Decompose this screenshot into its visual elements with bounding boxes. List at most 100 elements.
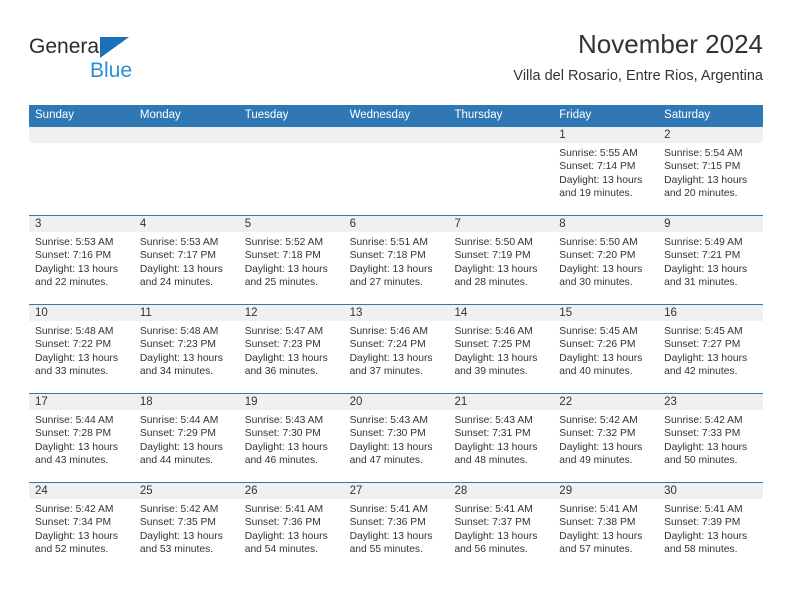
daylight-text-line1: Daylight: 13 hours (664, 441, 748, 453)
day-cell[interactable]: Sunrise: 5:42 AM Sunset: 7:34 PM Dayligh… (29, 499, 134, 571)
sunrise-text: Sunrise: 5:55 AM (559, 148, 638, 159)
day-number-band: 10 11 12 13 14 15 16 (29, 305, 763, 321)
daylight-text-line1: Daylight: 13 hours (139, 263, 223, 275)
day-cell[interactable]: Sunrise: 5:54 AM Sunset: 7:15 PM Dayligh… (658, 143, 763, 215)
sunset-text: Sunset: 7:22 PM (35, 339, 112, 351)
sunset-text: Sunset: 7:35 PM (139, 517, 216, 529)
day-cell-row: Sunrise: 5:42 AM Sunset: 7:34 PM Dayligh… (29, 499, 763, 571)
sunset-text: Sunset: 7:17 PM (139, 250, 216, 262)
daylight-text-line2: and 47 minutes. (349, 455, 423, 467)
daylight-text-line1: Daylight: 13 hours (454, 263, 538, 275)
daylight-text-line1: Daylight: 13 hours (349, 263, 433, 275)
day-cell[interactable]: Sunrise: 5:50 AM Sunset: 7:20 PM Dayligh… (553, 232, 658, 304)
day-cell[interactable]: Sunrise: 5:53 AM Sunset: 7:17 PM Dayligh… (134, 232, 239, 304)
daylight-text-line2: and 19 minutes. (559, 188, 633, 200)
day-cell[interactable]: Sunrise: 5:47 AM Sunset: 7:23 PM Dayligh… (239, 321, 344, 393)
day-cell[interactable]: Sunrise: 5:42 AM Sunset: 7:32 PM Dayligh… (553, 410, 658, 482)
daylight-text-line2: and 34 minutes. (139, 366, 214, 378)
day-number: 3 (35, 218, 42, 230)
day-number: 23 (664, 396, 677, 408)
day-cell[interactable]: Sunrise: 5:41 AM Sunset: 7:36 PM Dayligh… (344, 499, 449, 571)
sunrise-text: Sunrise: 5:41 AM (349, 504, 428, 515)
daylight-text-line2: and 37 minutes. (349, 366, 423, 378)
sunrise-text: Sunrise: 5:49 AM (664, 237, 743, 248)
daylight-text-line2: and 33 minutes. (35, 366, 109, 378)
logo-text-blue: Blue (90, 59, 133, 82)
sunrise-text: Sunrise: 5:41 AM (454, 504, 533, 515)
calendar-week-row: 10 11 12 13 14 15 16 Sunrise: 5:48 AM Su… (29, 304, 763, 393)
day-cell-row: Sunrise: 5:44 AM Sunset: 7:28 PM Dayligh… (29, 410, 763, 482)
day-cell[interactable]: Sunrise: 5:44 AM Sunset: 7:28 PM Dayligh… (29, 410, 134, 482)
daylight-text-line2: and 56 minutes. (454, 544, 528, 556)
daylight-text-line2: and 53 minutes. (139, 544, 214, 556)
day-cell[interactable]: Sunrise: 5:42 AM Sunset: 7:35 PM Dayligh… (134, 499, 239, 571)
daylight-text-line2: and 36 minutes. (244, 366, 318, 378)
weekday-header-sunday: Sunday (35, 109, 75, 121)
day-number: 4 (139, 218, 147, 230)
day-cell[interactable] (29, 143, 134, 215)
day-cell[interactable] (134, 143, 239, 215)
day-cell[interactable]: Sunrise: 5:48 AM Sunset: 7:23 PM Dayligh… (134, 321, 239, 393)
day-cell[interactable]: Sunrise: 5:44 AM Sunset: 7:29 PM Dayligh… (134, 410, 239, 482)
day-number: 15 (559, 307, 573, 319)
sunset-text: Sunset: 7:38 PM (559, 517, 636, 529)
day-cell[interactable]: Sunrise: 5:43 AM Sunset: 7:31 PM Dayligh… (448, 410, 553, 482)
day-cell-row: Sunrise: 5:48 AM Sunset: 7:22 PM Dayligh… (29, 321, 763, 393)
daylight-text-line1: Daylight: 13 hours (454, 441, 538, 453)
daylight-text-line1: Daylight: 13 hours (244, 352, 328, 364)
sunrise-text: Sunrise: 5:42 AM (664, 415, 743, 426)
sunrise-text: Sunrise: 5:43 AM (349, 415, 428, 426)
sunset-text: Sunset: 7:15 PM (664, 161, 741, 173)
sunrise-text: Sunrise: 5:48 AM (139, 326, 219, 337)
day-cell[interactable]: Sunrise: 5:51 AM Sunset: 7:18 PM Dayligh… (344, 232, 449, 304)
day-cell[interactable] (344, 143, 449, 215)
day-cell-row: Sunrise: 5:55 AM Sunset: 7:14 PM Dayligh… (29, 143, 763, 215)
day-number: 22 (559, 396, 573, 408)
day-cell[interactable]: Sunrise: 5:45 AM Sunset: 7:27 PM Dayligh… (658, 321, 763, 393)
weekday-header-row: Sunday Monday Tuesday Wednesday Thursday… (29, 105, 763, 126)
day-cell[interactable] (448, 143, 553, 215)
sunset-text: Sunset: 7:18 PM (244, 250, 321, 262)
day-number: 1 (559, 129, 566, 141)
triangle-icon (100, 37, 129, 58)
daylight-text-line1: Daylight: 13 hours (35, 352, 118, 364)
weekday-header-friday: Friday (559, 109, 592, 121)
general-blue-logo[interactable]: General Blue (29, 34, 249, 92)
sunrise-text: Sunrise: 5:53 AM (35, 237, 114, 248)
sunrise-text: Sunrise: 5:41 AM (664, 504, 743, 515)
daylight-text-line2: and 24 minutes. (139, 277, 214, 289)
sunrise-text: Sunrise: 5:45 AM (559, 326, 638, 337)
day-cell[interactable]: Sunrise: 5:46 AM Sunset: 7:24 PM Dayligh… (344, 321, 449, 393)
day-number (344, 127, 449, 143)
day-cell[interactable] (239, 143, 344, 215)
sunrise-text: Sunrise: 5:45 AM (664, 326, 743, 337)
daylight-text-line2: and 58 minutes. (664, 544, 738, 556)
daylight-text-line1: Daylight: 13 hours (244, 441, 328, 453)
daylight-text-line2: and 30 minutes. (559, 277, 633, 289)
day-cell[interactable]: Sunrise: 5:45 AM Sunset: 7:26 PM Dayligh… (553, 321, 658, 393)
day-cell[interactable]: Sunrise: 5:50 AM Sunset: 7:19 PM Dayligh… (448, 232, 553, 304)
day-cell[interactable]: Sunrise: 5:48 AM Sunset: 7:22 PM Dayligh… (29, 321, 134, 393)
day-cell[interactable]: Sunrise: 5:52 AM Sunset: 7:18 PM Dayligh… (239, 232, 344, 304)
day-cell[interactable]: Sunrise: 5:42 AM Sunset: 7:33 PM Dayligh… (658, 410, 763, 482)
day-number (134, 127, 239, 143)
day-cell[interactable]: Sunrise: 5:43 AM Sunset: 7:30 PM Dayligh… (344, 410, 449, 482)
day-cell[interactable]: Sunrise: 5:41 AM Sunset: 7:37 PM Dayligh… (448, 499, 553, 571)
day-cell[interactable]: Sunrise: 5:49 AM Sunset: 7:21 PM Dayligh… (658, 232, 763, 304)
day-cell[interactable]: Sunrise: 5:41 AM Sunset: 7:38 PM Dayligh… (553, 499, 658, 571)
daylight-text-line2: and 43 minutes. (35, 455, 109, 467)
daylight-text-line1: Daylight: 13 hours (454, 530, 538, 542)
day-cell[interactable]: Sunrise: 5:53 AM Sunset: 7:16 PM Dayligh… (29, 232, 134, 304)
sunset-text: Sunset: 7:14 PM (559, 161, 636, 173)
day-cell[interactable]: Sunrise: 5:41 AM Sunset: 7:39 PM Dayligh… (658, 499, 763, 571)
day-cell[interactable]: Sunrise: 5:55 AM Sunset: 7:14 PM Dayligh… (553, 143, 658, 215)
day-cell[interactable]: Sunrise: 5:46 AM Sunset: 7:25 PM Dayligh… (448, 321, 553, 393)
day-cell[interactable]: Sunrise: 5:43 AM Sunset: 7:30 PM Dayligh… (239, 410, 344, 482)
sunrise-text: Sunrise: 5:43 AM (244, 415, 324, 426)
day-number: 27 (349, 485, 363, 497)
day-cell[interactable]: Sunrise: 5:41 AM Sunset: 7:36 PM Dayligh… (239, 499, 344, 571)
weekday-header-saturday: Saturday (664, 109, 711, 121)
day-number: 9 (664, 218, 671, 230)
sunrise-text: Sunrise: 5:47 AM (244, 326, 324, 337)
weekday-header-thursday: Thursday (454, 109, 503, 121)
